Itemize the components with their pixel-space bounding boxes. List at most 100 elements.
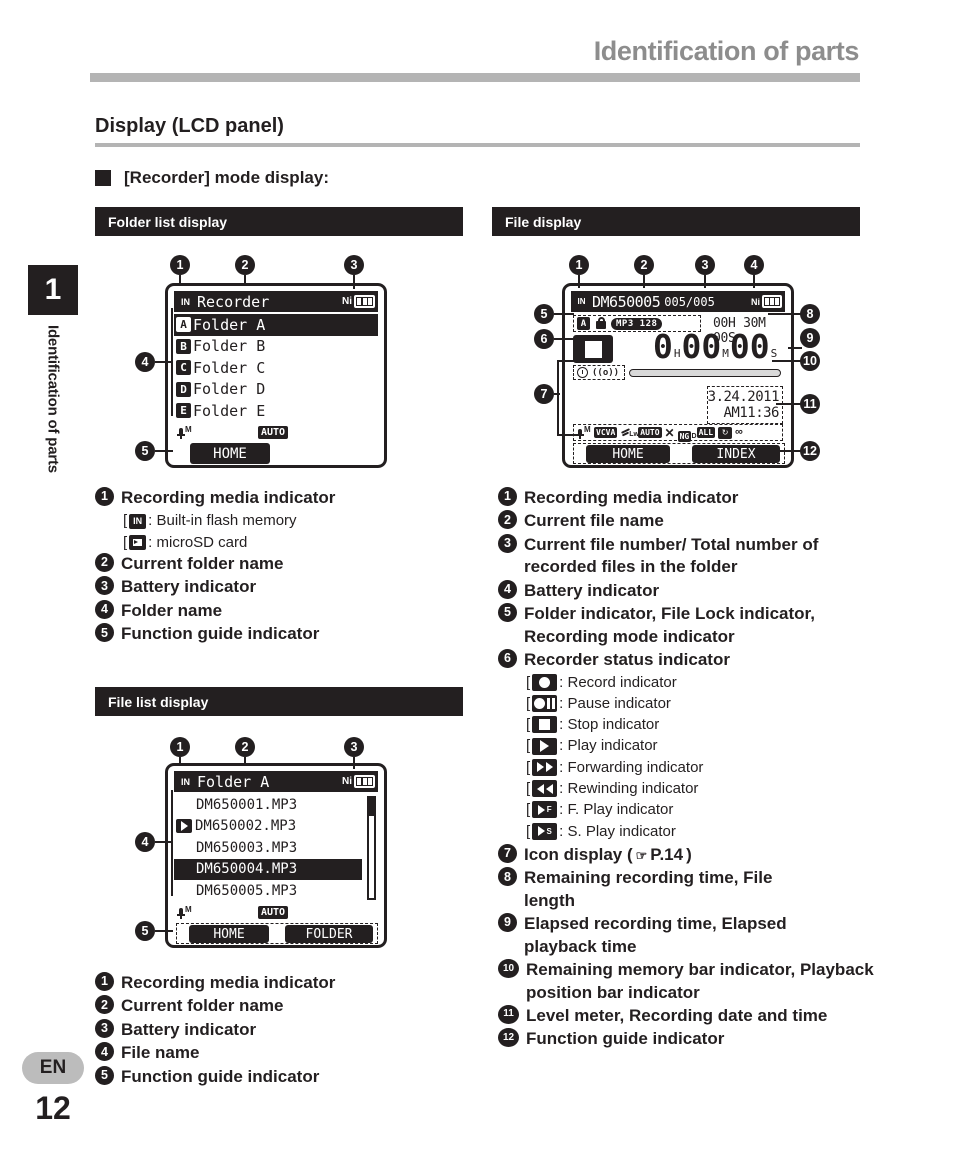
legend-sub-text: : F. Play indicator xyxy=(559,801,674,819)
list-item[interactable]: B Folder B xyxy=(174,336,378,358)
file-name: DM650004.MP3 xyxy=(196,861,298,878)
leader-line xyxy=(155,450,173,452)
random-icon: ∞ xyxy=(735,426,743,438)
list-item[interactable]: DM650004.MP3 xyxy=(174,858,362,880)
legend-sub: [: Stop indicator xyxy=(526,714,878,735)
erase-lock-icon: ✕ xyxy=(664,425,675,440)
legend-sub-text: : Forwarding indicator xyxy=(559,758,704,776)
recording-date-time: 3.24.2011 AM11:36 xyxy=(707,386,783,424)
legend-sub: [S: S. Play indicator xyxy=(526,821,878,842)
list-item[interactable]: DM650003.MP3 xyxy=(174,837,362,859)
mode-heading-text: [Recorder] mode display: xyxy=(124,168,329,187)
file-lock-icon xyxy=(594,317,607,330)
elapsed-minutes: 00 xyxy=(681,327,722,366)
chapter-tab-number: 1 xyxy=(28,265,78,315)
list-item[interactable]: DM650001.MP3 xyxy=(174,794,362,816)
caption-file-display: File display xyxy=(492,207,860,236)
list-item[interactable]: DM650002.MP3 xyxy=(174,816,362,838)
legend-row: 5 Function guide indicator xyxy=(95,623,475,645)
leader-line xyxy=(557,434,577,436)
callout-4-folder-list: 4 xyxy=(135,352,155,372)
alarm-clock-icon xyxy=(577,367,588,378)
legend-text: Function guide indicator xyxy=(121,1066,320,1086)
list-item[interactable]: E Folder E xyxy=(174,400,378,422)
recording-time: AM11:36 xyxy=(723,405,779,421)
forward-indicator-icon xyxy=(532,758,558,776)
callout-8-file-display: 8 xyxy=(800,304,820,324)
leader-line xyxy=(578,275,580,288)
folder-list: A Folder A B Folder B C Folder C D Folde… xyxy=(174,314,378,422)
list-item[interactable]: DM650005.MP3 xyxy=(174,880,362,902)
legend-row: 3 Battery indicator xyxy=(95,576,475,598)
folder-tag-icon: B xyxy=(176,338,191,354)
noise-cancel-icon: NG D xyxy=(677,431,697,442)
guide-button-folder[interactable]: FOLDER xyxy=(285,925,373,943)
legend-file-list: 1 Recording media indicator 2 Current fo… xyxy=(95,972,475,1089)
folder-name: Folder D xyxy=(193,380,266,399)
leader-line xyxy=(704,275,706,288)
legend-row: 2 Current folder name xyxy=(95,553,475,575)
legend-folder-list: 1 Recording media indicator [IN: Built-i… xyxy=(95,487,475,647)
leader-line xyxy=(557,360,559,436)
elapsed-seconds-unit: S xyxy=(770,347,778,360)
legend-bullet: 4 xyxy=(95,599,114,619)
legend-row: 11 Level meter, Recording date and time xyxy=(498,1004,878,1027)
folder-tag-icon: E xyxy=(176,403,191,419)
in-memory-icon: IN xyxy=(177,294,194,309)
guide-button-home[interactable]: HOME xyxy=(586,445,670,463)
lcd-file-list-display: IN Folder A Ni DM650001.MP3 DM650002.MP3… xyxy=(165,763,387,948)
callout-2-folder-list: 2 xyxy=(235,255,255,275)
leader-line xyxy=(776,450,802,452)
callout-2-file-display: 2 xyxy=(634,255,654,275)
callout-7-file-display: 7 xyxy=(534,384,554,404)
guide-button-home[interactable]: HOME xyxy=(189,925,269,943)
list-item[interactable]: C Folder C xyxy=(174,357,378,379)
header-rule xyxy=(90,73,860,82)
list-item[interactable]: A Folder A xyxy=(174,314,378,336)
guide-button-home[interactable]: HOME xyxy=(190,443,270,464)
scrollbar-track[interactable] xyxy=(367,796,376,900)
scrollbar-thumb[interactable] xyxy=(369,798,374,816)
legend-bullet: 3 xyxy=(498,533,517,553)
leader-line xyxy=(244,275,246,286)
legend-sub-text: : S. Play indicator xyxy=(559,822,676,840)
list-item[interactable]: D Folder D xyxy=(174,379,378,401)
legend-bullet: 12 xyxy=(498,1028,519,1048)
legend-row: 1 Recording media indicator xyxy=(95,487,475,509)
legend-row: 1 Recording media indicator xyxy=(498,487,878,509)
lcd-header-file-display: IN DM650005 005/005 Ni xyxy=(571,291,785,312)
leader-line xyxy=(353,757,355,769)
legend-text-suffix: ) xyxy=(686,844,692,864)
lcd-function-guide-file-list: HOME FOLDER xyxy=(176,923,378,944)
legend-bullet: 5 xyxy=(95,1065,114,1085)
legend-bullet: 3 xyxy=(95,576,114,596)
recording-date: 3.24.2011 xyxy=(707,389,780,405)
legend-bullet: 1 xyxy=(498,487,517,506)
legend-row: 9 Elapsed recording time, Elapsed playba… xyxy=(498,913,878,958)
guide-button-index[interactable]: INDEX xyxy=(692,445,780,463)
legend-text: Current file number/ Total number of rec… xyxy=(524,534,819,577)
legend-text: Recording media indicator xyxy=(121,488,336,507)
legend-text: File name xyxy=(121,1043,200,1063)
legend-bullet: 4 xyxy=(95,1042,114,1062)
fast-play-indicator-icon: F xyxy=(532,801,558,819)
auto-badge: AUTO xyxy=(258,906,289,919)
mode-heading: [Recorder] mode display: xyxy=(95,168,329,188)
callout-3-folder-list: 3 xyxy=(344,255,364,275)
leader-line xyxy=(776,403,802,405)
mic-m-icon: M xyxy=(176,905,192,920)
slow-play-indicator-icon: S xyxy=(532,822,558,840)
leader-line xyxy=(179,757,181,766)
legend-row: 4 Battery indicator xyxy=(498,579,878,602)
caption-folder-list-display: Folder list display xyxy=(95,207,463,236)
play-indicator-icon xyxy=(176,819,192,834)
legend-row: 3 Current file number/ Total number of r… xyxy=(498,533,878,579)
legend-row: 3 Battery indicator xyxy=(95,1018,475,1041)
file-name: DM650001.MP3 xyxy=(196,796,298,813)
in-memory-icon: IN xyxy=(574,294,589,309)
folder-name: Folder B xyxy=(193,337,266,356)
battery-type-label: Ni xyxy=(751,296,760,307)
legend-row: 2 Current file name xyxy=(498,510,878,532)
auto-badge: AUTO xyxy=(258,426,289,439)
folder-tag-icon: D xyxy=(176,381,191,397)
